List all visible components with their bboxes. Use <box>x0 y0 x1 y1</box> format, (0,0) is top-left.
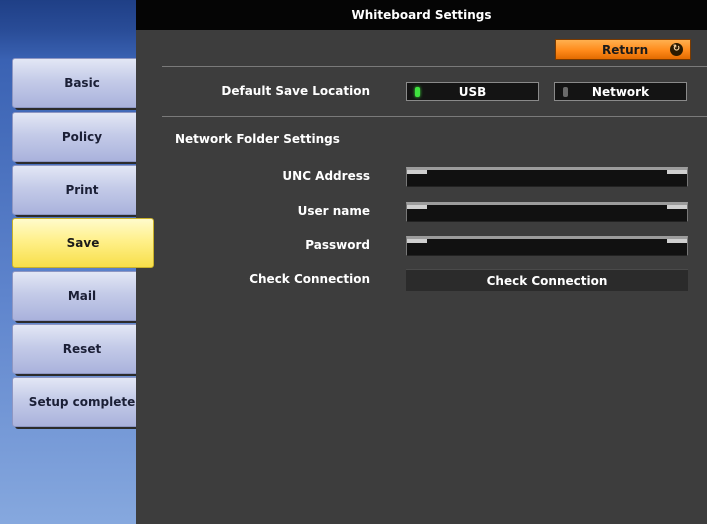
settings-content: Return ↻ Default Save Location USB Netwo… <box>136 30 707 524</box>
user-name-input[interactable] <box>406 202 688 222</box>
window-title-text: Whiteboard Settings <box>351 8 492 22</box>
sidebar-item-label: Setup complete <box>28 395 136 409</box>
sidebar-item-setup-complete[interactable]: Setup complete <box>12 377 152 427</box>
sidebar-item-label: Print <box>65 183 99 197</box>
usb-option-label: USB <box>458 84 487 99</box>
sidebar-item-label: Reset <box>62 342 102 356</box>
selected-indicator-icon <box>415 87 420 97</box>
unc-address-input[interactable] <box>406 167 688 187</box>
user-name-label: User name <box>297 204 370 218</box>
sidebar-item-mail[interactable]: Mail <box>12 271 152 321</box>
check-connection-button-label: Check Connection <box>486 273 608 288</box>
network-option-label: Network <box>591 84 650 99</box>
sidebar-item-policy[interactable]: Policy <box>12 112 152 162</box>
password-input[interactable] <box>406 236 688 256</box>
divider <box>162 66 707 67</box>
sidebar-item-label: Policy <box>61 130 103 144</box>
sidebar-item-label: Save <box>66 236 100 250</box>
return-button-label: Return <box>602 42 649 57</box>
sidebar-item-label: Basic <box>64 76 100 90</box>
sidebar-item-print[interactable]: Print <box>12 165 152 215</box>
divider <box>162 116 707 117</box>
window-title: Whiteboard Settings <box>136 0 707 30</box>
network-folder-settings-title: Network Folder Settings <box>175 132 340 146</box>
password-label: Password <box>305 238 370 252</box>
sidebar-item-basic[interactable]: Basic <box>12 58 152 108</box>
sidebar: Basic Policy Print Save Mail Reset Setup… <box>0 0 157 524</box>
check-connection-label: Check Connection <box>249 272 370 286</box>
unselected-indicator-icon <box>563 87 568 97</box>
unc-address-label: UNC Address <box>282 169 370 183</box>
app-root: Basic Policy Print Save Mail Reset Setup… <box>0 0 707 524</box>
main-panel: Whiteboard Settings Return ↻ Default Sav… <box>136 0 707 524</box>
default-save-location-label: Default Save Location <box>221 84 370 98</box>
sidebar-item-reset[interactable]: Reset <box>12 324 152 374</box>
check-connection-button[interactable]: Check Connection <box>406 269 688 291</box>
return-button[interactable]: Return ↻ <box>555 39 691 60</box>
sidebar-item-label: Mail <box>67 289 97 303</box>
sidebar-item-save[interactable]: Save <box>12 218 154 268</box>
network-option-button[interactable]: Network <box>554 82 687 101</box>
usb-option-button[interactable]: USB <box>406 82 539 101</box>
return-circle-icon: ↻ <box>670 43 683 56</box>
